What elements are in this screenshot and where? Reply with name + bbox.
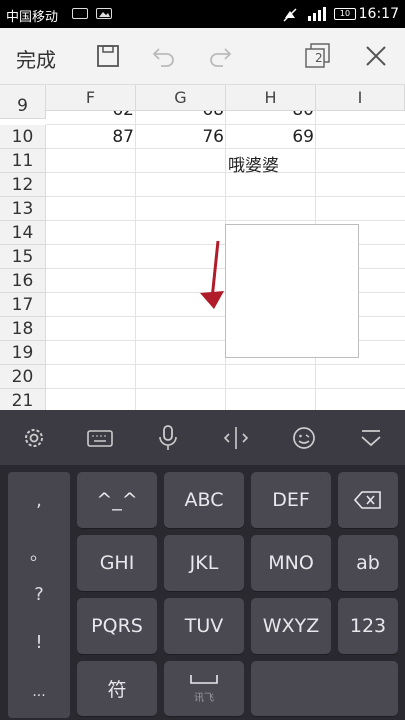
emoticon-key[interactable]: ^_^ (77, 472, 157, 528)
sheet-count: 2 (315, 51, 323, 65)
hide-keyboard-icon[interactable] (357, 424, 385, 452)
battery-icon: 10 (334, 8, 356, 20)
image-notification-icon (96, 8, 112, 19)
column-header[interactable]: G (136, 85, 226, 111)
close-icon[interactable] (360, 40, 392, 72)
backspace-icon (354, 491, 381, 509)
tuv-key[interactable]: TUV (164, 598, 244, 654)
symbol-key[interactable]: ! (8, 632, 70, 653)
keyboard-icon[interactable] (86, 424, 114, 452)
row-header[interactable]: 12 (0, 173, 46, 197)
row-header[interactable]: 11 (0, 149, 46, 173)
cell-value[interactable]: 69 (226, 127, 314, 147)
row-header[interactable]: 21 (0, 389, 46, 410)
row-header[interactable]: 20 (0, 365, 46, 389)
cursor-move-icon[interactable] (222, 424, 250, 452)
clock: 16:17 (358, 6, 399, 22)
ghi-key[interactable]: GHI (77, 535, 157, 591)
symbol-key[interactable]: , (8, 490, 70, 511)
pqrs-key[interactable]: PQRS (77, 598, 157, 654)
mute-icon (282, 7, 298, 26)
toolbar: 完成 2 (0, 28, 405, 85)
row-header[interactable]: 14 (0, 221, 46, 245)
ab-switch-key[interactable]: ab (338, 535, 398, 591)
symbol-key[interactable]: ... (8, 684, 70, 700)
column-header[interactable]: F (46, 85, 136, 111)
status-bar: 中国移动 10 16:17 (0, 0, 405, 28)
row-header[interactable]: 15 (0, 245, 46, 269)
space-icon (190, 675, 218, 684)
jkl-key[interactable]: JKL (164, 535, 244, 591)
symbol-key[interactable]: 符 (77, 661, 157, 716)
backspace-key[interactable] (338, 472, 398, 528)
abc-key[interactable]: ABC (164, 472, 244, 528)
mno-key[interactable]: MNO (251, 535, 331, 591)
keyboard-toolbar (0, 410, 405, 465)
wxyz-key[interactable]: WXYZ (251, 598, 331, 654)
signal-icon (306, 6, 326, 26)
cell-value[interactable]: 76 (136, 127, 224, 147)
row-header[interactable]: 16 (0, 269, 46, 293)
redo-icon[interactable] (204, 40, 236, 72)
arrow-annotation (200, 240, 224, 309)
undo-icon[interactable] (148, 40, 180, 72)
space-brand-label: 讯飞 (194, 693, 214, 704)
cell-value[interactable]: 68 (136, 111, 224, 120)
def-key[interactable]: DEF (251, 472, 331, 528)
symbol-column[interactable]: , 。 ? ! ... (8, 472, 70, 718)
cell-text[interactable]: 哦婆婆 (228, 151, 279, 176)
symbol-key[interactable]: ? (8, 584, 70, 605)
row-header[interactable]: 18 (0, 317, 46, 341)
space-key[interactable]: 讯飞 (164, 661, 244, 716)
selection-box[interactable] (225, 224, 359, 358)
column-header[interactable]: H (226, 85, 316, 111)
microphone-icon[interactable] (154, 424, 182, 452)
sheets-icon[interactable]: 2 (302, 40, 334, 72)
row-header[interactable]: 10 (0, 125, 46, 149)
row-header[interactable]: 19 (0, 341, 46, 365)
done-button[interactable]: 完成 (16, 44, 56, 73)
row-header[interactable]: 13 (0, 197, 46, 221)
symbol-key[interactable]: 。 (8, 540, 70, 566)
number-key[interactable]: 123 (338, 598, 398, 654)
carrier-name: 中国移动 (6, 10, 59, 25)
settings-gear-icon[interactable] (20, 424, 48, 452)
column-header[interactable]: I (316, 85, 405, 111)
save-icon[interactable] (92, 40, 124, 72)
spreadsheet[interactable]: F G H I 9 10 11 12 13 14 15 16 17 18 19 … (0, 85, 405, 410)
enter-key[interactable] (251, 661, 398, 716)
keyboard-notification-icon (72, 8, 88, 19)
emoji-icon[interactable] (290, 424, 318, 452)
cell-value[interactable]: 62 (46, 111, 134, 120)
row-header[interactable]: 17 (0, 293, 46, 317)
cell-value[interactable]: 80 (226, 111, 314, 120)
cell-value[interactable]: 87 (46, 127, 134, 147)
row-header[interactable]: 9 (0, 98, 46, 119)
